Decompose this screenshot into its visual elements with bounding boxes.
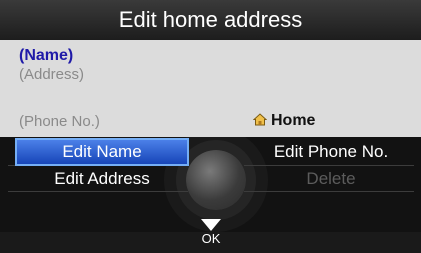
menu-divider — [8, 165, 188, 166]
menu-divider — [244, 165, 414, 166]
delete-button[interactable]: Delete — [248, 167, 414, 191]
edit-name-button[interactable]: Edit Name — [17, 140, 187, 164]
page-title: Edit home address — [0, 0, 421, 40]
home-badge: Home — [252, 112, 316, 130]
edit-address-button[interactable]: Edit Address — [17, 167, 187, 191]
edit-phone-button[interactable]: Edit Phone No. — [248, 140, 414, 164]
menu-divider — [244, 191, 414, 192]
contact-address: (Address) — [19, 66, 85, 83]
menu-divider — [8, 191, 188, 192]
ok-button[interactable]: OK — [196, 218, 226, 253]
down-arrow-icon — [201, 219, 221, 231]
ok-label: OK — [201, 231, 221, 246]
selector-dial-knob — [186, 150, 246, 210]
contact-phone: (Phone No.) — [19, 113, 100, 130]
home-label: Home — [271, 112, 316, 129]
house-icon — [252, 113, 268, 126]
address-info-panel: (Name) (Address) (Phone No.) Home — [0, 40, 421, 137]
navigation-screen: Edit home address (Name) (Address) (Phon… — [0, 0, 421, 253]
contact-name: (Name) — [19, 47, 74, 64]
